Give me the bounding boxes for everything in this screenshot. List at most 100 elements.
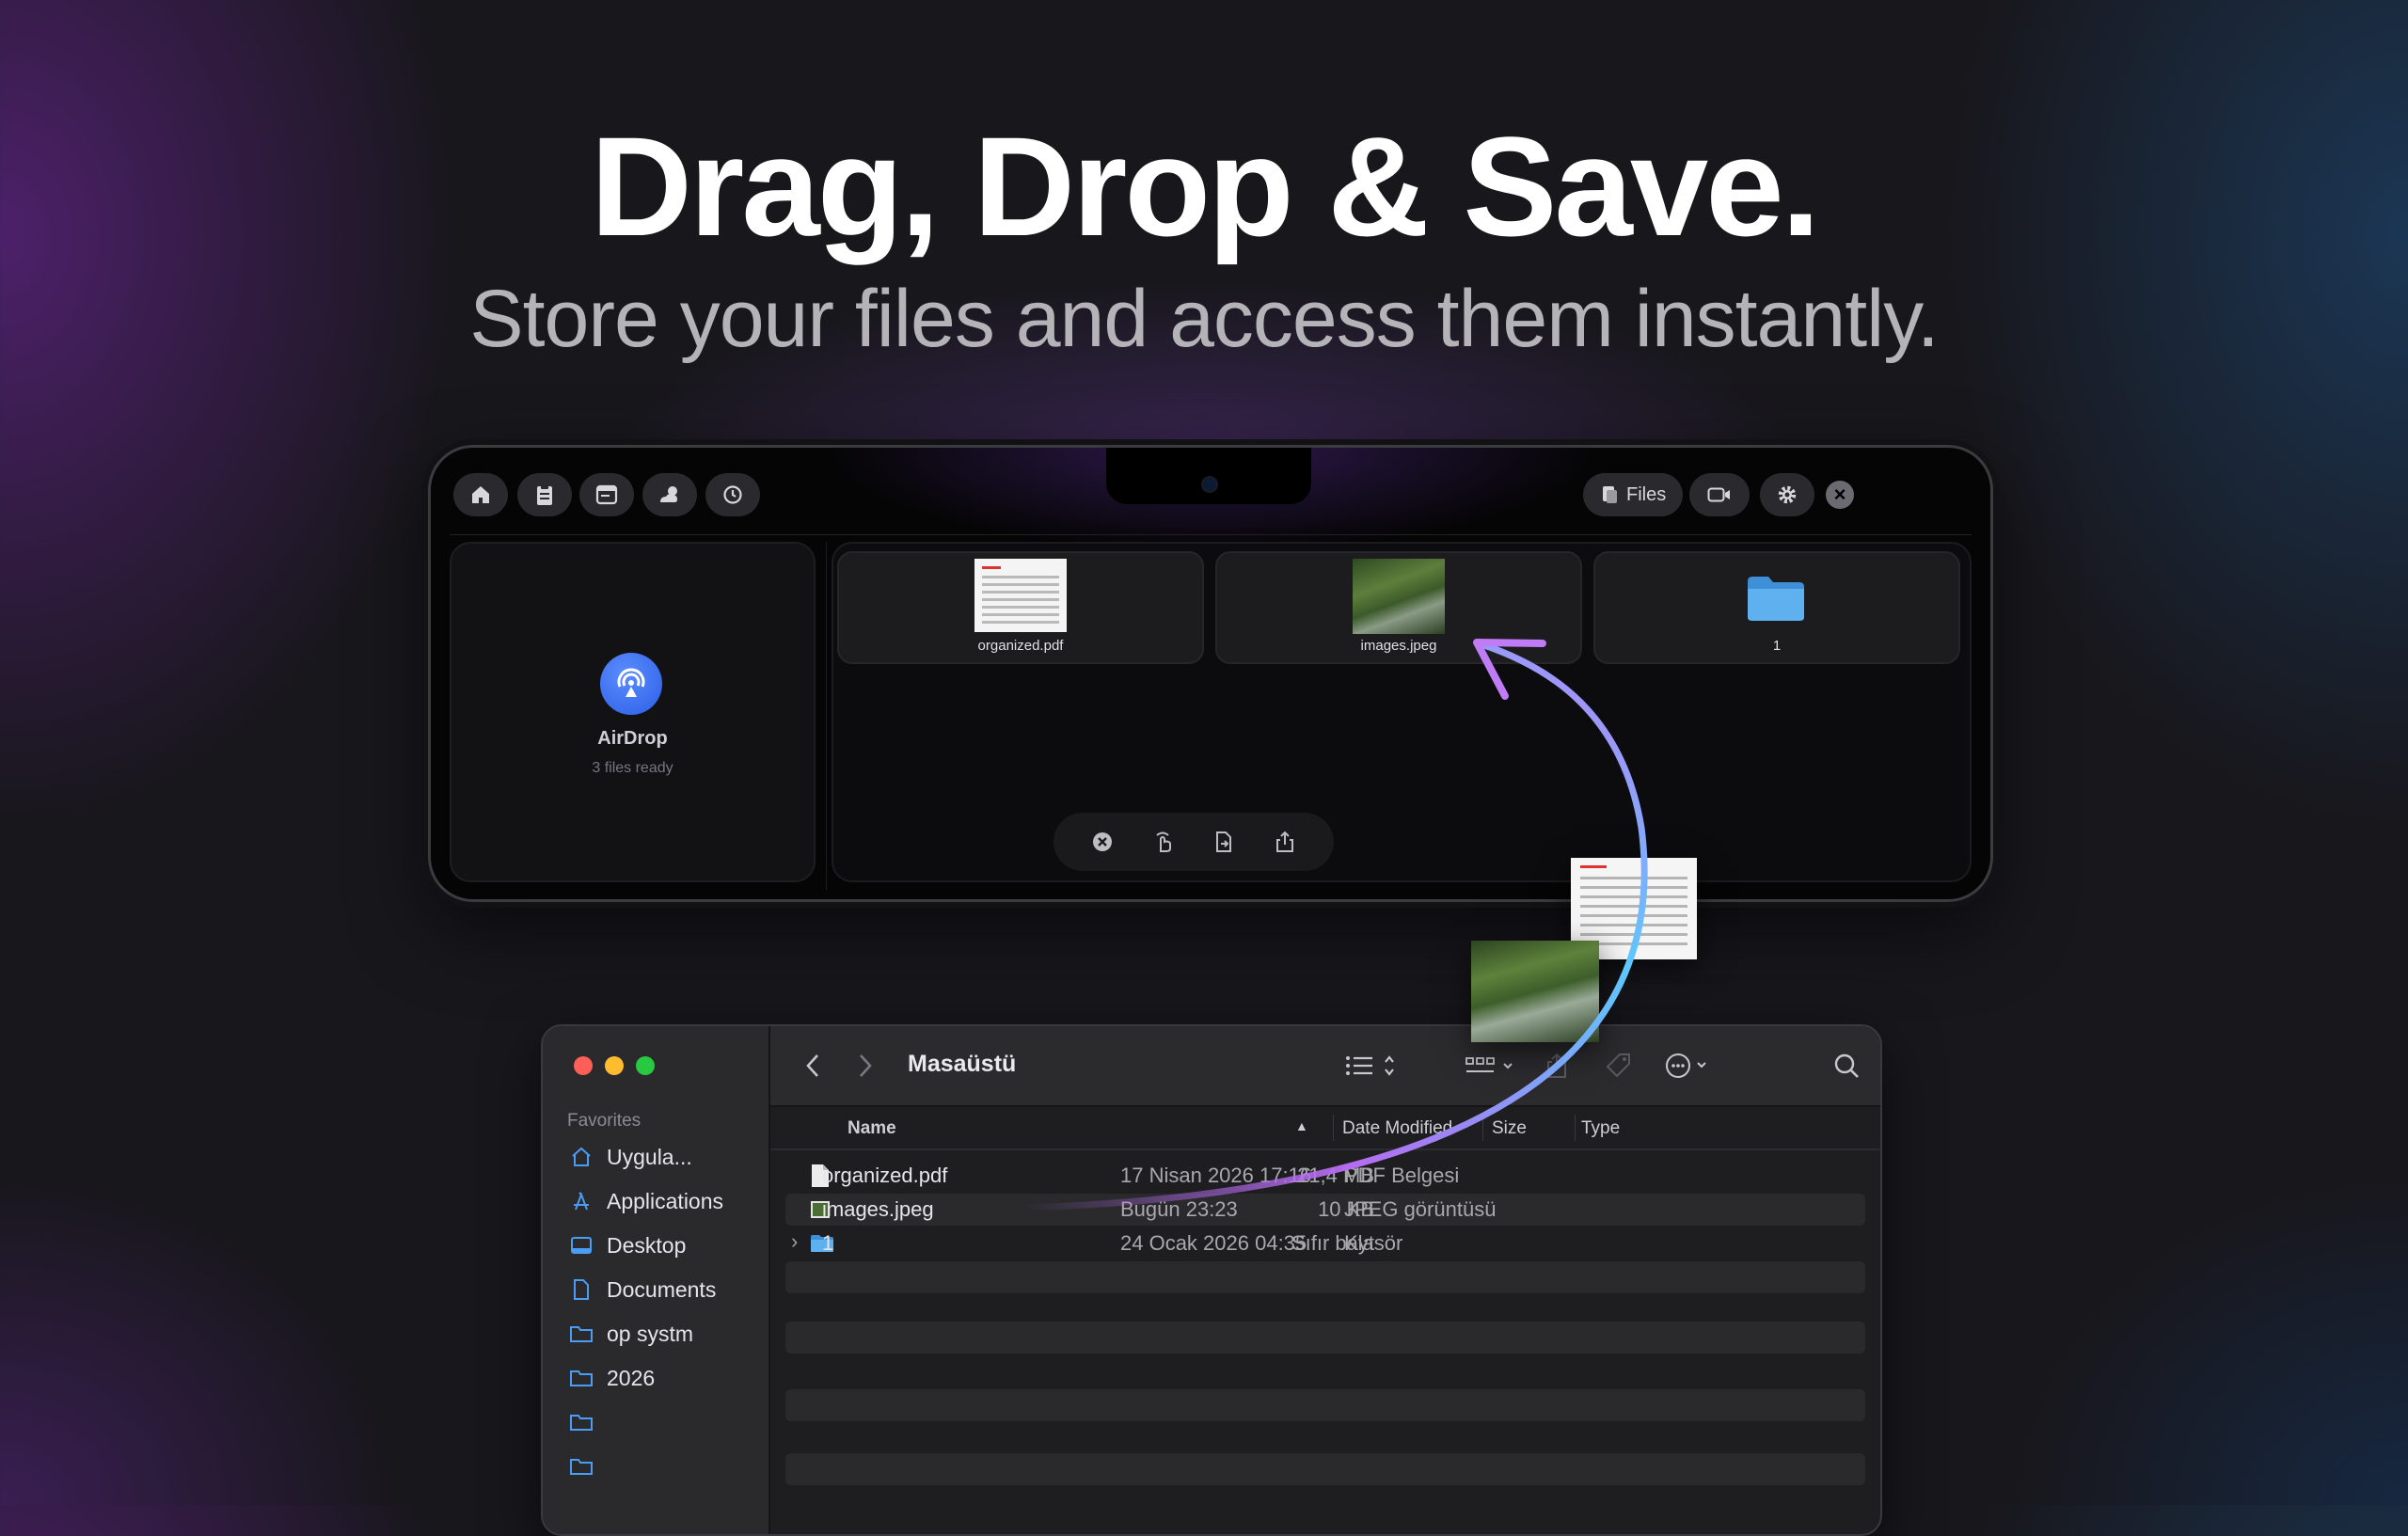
settings-button[interactable] <box>1760 473 1814 516</box>
column-header: Name ▲ Date Modified Size Type <box>770 1107 1880 1150</box>
convert-icon <box>1216 831 1232 852</box>
airdrop-label: AirDrop <box>597 728 668 749</box>
table-row[interactable]: images.jpeg Bugün 23:23 10 KB JPEG görün… <box>785 1194 1865 1226</box>
notch-app-window: Files × AirDrop 3 files ready organized.… <box>428 445 1993 902</box>
shelf-file-folder[interactable]: 1 <box>1593 551 1960 664</box>
share-icon <box>1547 1053 1566 1078</box>
file-name: 1 <box>822 1231 834 1255</box>
column-separator <box>1575 1115 1576 1141</box>
table-row[interactable]: › 1 24 Ocak 2026 04:35 Sıfır bayt Klasör <box>785 1227 1865 1259</box>
sidebar-item-documents[interactable]: Documents <box>569 1271 716 1308</box>
camera-icon <box>1201 476 1218 493</box>
toolbar-divider <box>450 534 1972 535</box>
folder-icon <box>569 1454 594 1479</box>
ellipsis-circle-icon <box>1666 1053 1706 1078</box>
weather-icon <box>660 486 677 502</box>
timer-icon <box>723 485 742 504</box>
clear-icon <box>1093 832 1113 851</box>
column-name[interactable]: Name <box>848 1118 896 1139</box>
airdrop-drop-zone[interactable]: AirDrop 3 files ready <box>450 542 816 882</box>
sidebar-item-2026[interactable]: 2026 <box>569 1359 655 1397</box>
finder-toolbar: Masaüstü <box>770 1026 1880 1107</box>
chevron-left-icon <box>806 1054 818 1077</box>
image-thumbnail <box>1353 559 1445 634</box>
applications-icon <box>569 1189 594 1213</box>
timer-button[interactable] <box>705 473 760 516</box>
view-options-button[interactable] <box>1344 1047 1402 1085</box>
finder-sidebar: Favorites Uygula... Applications Desktop… <box>543 1026 770 1534</box>
close-window-button[interactable] <box>574 1056 593 1075</box>
sidebar-item-home[interactable]: Uygula... <box>569 1138 692 1176</box>
gear-icon <box>1778 485 1797 504</box>
sidebar-item-desktop[interactable]: Desktop <box>569 1227 686 1264</box>
files-icon <box>1603 486 1617 503</box>
empty-row <box>785 1389 1865 1421</box>
files-button[interactable]: Files <box>1583 473 1684 516</box>
sidebar-item-folder[interactable] <box>569 1403 607 1441</box>
file-name: organized.pdf <box>822 1164 948 1187</box>
home-icon <box>472 486 489 503</box>
sidebar-item-label: Applications <box>607 1188 724 1213</box>
shelf-file-name: images.jpeg <box>1360 638 1437 654</box>
file-date: Bugün 23:23 <box>1120 1197 1238 1221</box>
empty-row <box>785 1453 1865 1485</box>
search-button[interactable] <box>1830 1047 1863 1085</box>
share-icon <box>1275 831 1293 852</box>
desktop-icon <box>569 1233 594 1258</box>
clear-button[interactable] <box>1084 823 1121 861</box>
table-row[interactable]: organized.pdf 17 Nisan 2026 17:16 21,4 M… <box>785 1160 1865 1192</box>
forward-button[interactable] <box>851 1047 879 1085</box>
home-button[interactable] <box>453 473 508 516</box>
home-icon <box>569 1145 594 1169</box>
shelf-file-name: 1 <box>1772 638 1782 654</box>
share-button[interactable] <box>1266 823 1304 861</box>
shelf-file-image[interactable]: images.jpeg <box>1215 551 1582 664</box>
chevron-right-icon <box>860 1054 872 1077</box>
camera-notch <box>1106 448 1311 504</box>
sidebar-item-folder[interactable] <box>569 1448 607 1485</box>
sidebar-item-applications[interactable]: Applications <box>569 1182 723 1220</box>
folder-icon <box>569 1410 594 1434</box>
empty-row <box>785 1261 1865 1293</box>
folder-icon <box>1748 577 1804 621</box>
close-button[interactable]: × <box>1826 481 1854 509</box>
group-button[interactable] <box>1465 1047 1517 1085</box>
airdrop-status: 3 files ready <box>592 760 673 776</box>
convert-button[interactable] <box>1205 823 1243 861</box>
back-button[interactable] <box>799 1047 827 1085</box>
grid-icon <box>1465 1057 1513 1072</box>
clipboard-button[interactable] <box>517 473 572 516</box>
file-type: JPEG görüntüsü <box>1344 1197 1497 1221</box>
hero-subtitle: Store your files and access them instant… <box>469 274 1939 364</box>
minimize-window-button[interactable] <box>605 1056 624 1075</box>
folder-icon <box>569 1322 594 1346</box>
more-actions-button[interactable] <box>1664 1047 1720 1085</box>
file-type: PDF Belgesi <box>1344 1164 1460 1187</box>
pdf-thumbnail <box>974 559 1067 632</box>
clipboard-icon <box>537 484 552 505</box>
favorites-header: Favorites <box>567 1111 642 1131</box>
disclosure-chevron-icon[interactable]: › <box>791 1229 798 1254</box>
file-shelf: organized.pdf images.jpeg 1 <box>832 542 1972 882</box>
share-button[interactable] <box>1540 1047 1574 1085</box>
column-separator <box>1333 1115 1334 1141</box>
zoom-window-button[interactable] <box>636 1056 655 1075</box>
camera-button[interactable] <box>1689 473 1750 516</box>
sidebar-item-op-systm[interactable]: op systm <box>569 1315 693 1353</box>
weather-button[interactable] <box>642 473 697 516</box>
column-type[interactable]: Type <box>1581 1118 1620 1139</box>
file-type: Klasör <box>1344 1231 1403 1255</box>
sidebar-item-label: Desktop <box>607 1232 687 1258</box>
column-date[interactable]: Date Modified <box>1342 1118 1452 1139</box>
shelf-file-pdf[interactable]: organized.pdf <box>837 551 1204 664</box>
sort-ascending-icon: ▲ <box>1295 1118 1308 1133</box>
calendar-button[interactable] <box>579 473 634 516</box>
sidebar-item-label: op systm <box>607 1321 694 1346</box>
file-name: images.jpeg <box>822 1197 934 1221</box>
calendar-icon <box>595 484 618 505</box>
drag-button[interactable] <box>1145 823 1182 861</box>
column-size[interactable]: Size <box>1492 1118 1527 1139</box>
sidebar-item-label: 2026 <box>607 1365 656 1390</box>
shelf-file-name: organized.pdf <box>977 638 1064 654</box>
tag-button[interactable] <box>1602 1047 1636 1085</box>
